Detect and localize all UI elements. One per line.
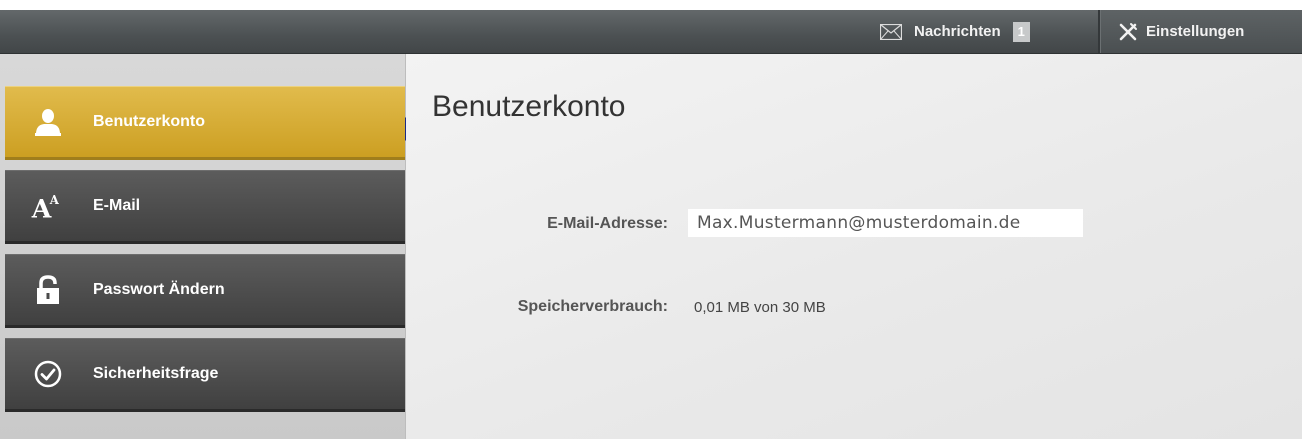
lock-icon	[30, 272, 66, 308]
sidebar: Benutzerkonto A A E-Mail Passwort Ändern	[0, 54, 406, 439]
settings-label: Einstellungen	[1146, 23, 1245, 40]
svg-text:A: A	[49, 193, 60, 207]
messages-link[interactable]: Nachrichten 1	[880, 10, 1030, 53]
storage-label: Speicherverbrauch:	[517, 298, 668, 315]
sidebar-item-passwort[interactable]: Passwort Ändern	[5, 254, 405, 328]
sidebar-item-label: Sicherheitsfrage	[93, 365, 219, 382]
storage-value: 0,01 MB von 30 MB	[694, 299, 826, 316]
sidebar-item-benutzerkonto[interactable]: Benutzerkonto	[5, 86, 405, 160]
top-bar: Nachrichten 1 Einstellungen	[0, 10, 1302, 54]
app-window: Nachrichten 1 Einstellungen Benutzerkont…	[0, 10, 1302, 439]
messages-count-badge: 1	[1012, 21, 1030, 42]
user-icon	[30, 104, 66, 140]
sidebar-item-email[interactable]: A A E-Mail	[5, 170, 405, 244]
tools-icon	[1119, 22, 1137, 40]
email-label: E-Mail-Adresse:	[547, 215, 668, 232]
envelope-icon	[880, 23, 902, 40]
sidebar-item-sicherheitsfrage[interactable]: Sicherheitsfrage	[5, 338, 405, 412]
messages-label: Nachrichten	[914, 23, 1001, 40]
svg-text:A: A	[31, 194, 52, 222]
email-value: Max.Mustermann@musterdomain.de	[688, 209, 1083, 237]
sidebar-item-label: Benutzerkonto	[93, 113, 205, 130]
page-title: Benutzerkonto	[432, 90, 626, 123]
main-content: Benutzerkonto E-Mail-Adresse: Max.Muster…	[406, 54, 1302, 439]
font-size-icon: A A	[30, 188, 66, 224]
checkmark-circle-icon	[30, 356, 66, 392]
sidebar-item-label: Passwort Ändern	[93, 281, 225, 298]
sidebar-item-label: E-Mail	[93, 197, 141, 214]
settings-button[interactable]: Einstellungen	[1101, 10, 1302, 53]
